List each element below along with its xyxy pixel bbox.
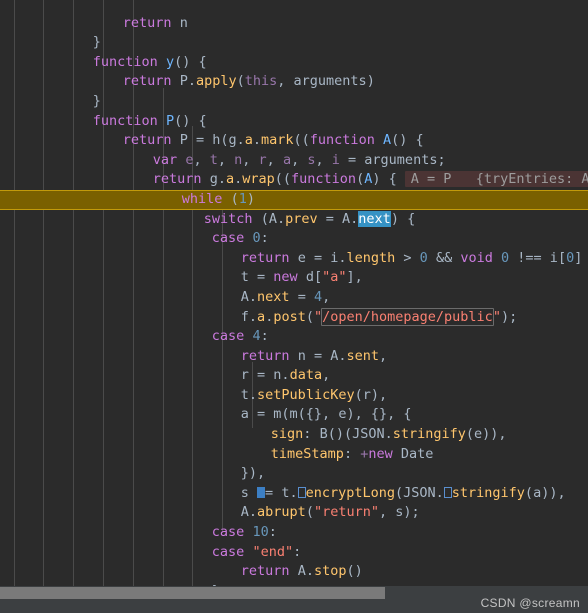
code-area[interactable]: return n } function y() { return P.apply… bbox=[0, 0, 588, 586]
code-text: return A.stop() bbox=[240, 563, 363, 580]
special-glyph-icon bbox=[443, 486, 452, 498]
code-line[interactable]: return n bbox=[0, 0, 588, 31]
code-text: }), bbox=[240, 465, 266, 482]
code-text: var e, t, n, r, a, s, i = arguments; bbox=[152, 151, 446, 168]
code-text: t = new d["a"], bbox=[240, 269, 363, 286]
code-text: return n bbox=[122, 14, 188, 31]
code-text: t.setPublicKey(r), bbox=[240, 386, 388, 403]
code-text: case "end": bbox=[211, 543, 302, 560]
code-text: case 10: bbox=[211, 524, 277, 541]
special-glyph-icon bbox=[297, 486, 306, 498]
code-text: return P.apply(this, arguments) bbox=[122, 73, 375, 90]
code-text: f.a.post("/open/homepage/public"); bbox=[240, 307, 518, 326]
code-text: return g.a.wrap((function(A) { bbox=[152, 171, 397, 188]
code-text: } bbox=[92, 34, 101, 51]
code-text: case 4: bbox=[211, 328, 269, 345]
code-text: while (1) bbox=[181, 190, 255, 207]
watermark: CSDN @screamn bbox=[480, 596, 580, 610]
code-text: } bbox=[92, 92, 101, 109]
code-text: sign: B()(JSON.stringify(e)), bbox=[270, 426, 507, 443]
code-text: function P() { bbox=[92, 112, 207, 129]
code-text: function y() { bbox=[92, 53, 207, 70]
code-text: A.next = 4, bbox=[240, 288, 331, 305]
code-text: return P = h(g.a.mark((function A() { bbox=[122, 132, 424, 149]
code-text: r = n.data, bbox=[240, 367, 331, 384]
special-glyph-icon bbox=[257, 486, 266, 498]
code-text: case 0: bbox=[211, 230, 269, 247]
code-text: switch (A.prev = A.next) { bbox=[203, 210, 416, 227]
code-text: return e = i.length > 0 && void 0 !== i[… bbox=[240, 249, 583, 266]
code-text: a = m(m({}, e), {}, { bbox=[240, 406, 412, 423]
scrollbar-thumb[interactable] bbox=[0, 587, 385, 599]
highlighted-url-string[interactable]: /open/homepage/public bbox=[321, 307, 494, 326]
code-text: return n = A.sent, bbox=[240, 347, 388, 364]
code-text: timeStamp: +new Date bbox=[270, 445, 434, 462]
code-editor[interactable]: return n } function y() { return P.apply… bbox=[0, 0, 588, 613]
code-text: A.abrupt("return", s); bbox=[240, 504, 420, 521]
selected-token[interactable]: next bbox=[358, 210, 391, 227]
code-text: s = t. encryptLong(JSON. stringify(a)), bbox=[240, 484, 566, 501]
